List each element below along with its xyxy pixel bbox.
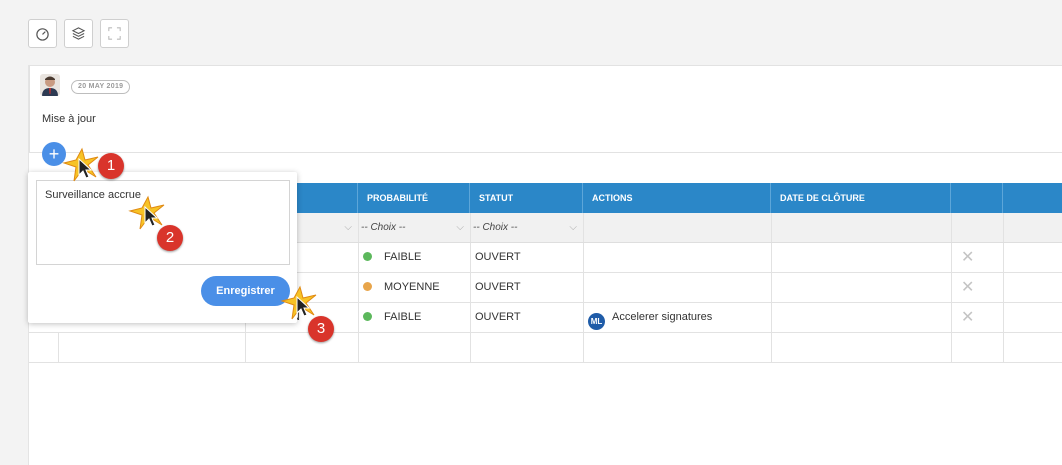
step-marker: 2 <box>157 225 183 251</box>
dashboard-gauge-button[interactable] <box>28 19 57 48</box>
column-header-actions[interactable]: ACTIONS <box>583 183 771 213</box>
probability-label: FAIBLE <box>384 251 422 263</box>
chevron-down-icon: ⌵ <box>569 222 577 233</box>
chevron-down-icon: ⌵ <box>344 222 352 233</box>
action-label: Accelerer signatures <box>612 311 713 323</box>
probability-label: FAIBLE <box>384 311 422 323</box>
layers-icon <box>71 27 86 40</box>
click-burst-icon <box>280 285 317 320</box>
table-row-empty[interactable] <box>29 333 1062 363</box>
filter-statut-value: -- Choix -- <box>473 222 518 233</box>
avatar <box>40 74 60 96</box>
status-cell: OUVERT <box>475 251 521 263</box>
fullscreen-button[interactable] <box>100 19 129 48</box>
chevron-down-icon: ⌵ <box>456 222 464 233</box>
click-burst-icon <box>62 147 99 182</box>
probability-dot <box>363 252 372 261</box>
probability-cell: FAIBLE <box>363 303 421 332</box>
column-header-probabilite[interactable]: PROBABILITÉ <box>358 183 470 213</box>
save-button[interactable]: Enregistrer <box>201 276 290 306</box>
dashboard-gauge-icon <box>36 28 49 41</box>
delete-row-button[interactable]: ✕ <box>961 243 974 272</box>
comment-text: Mise à jour <box>42 113 96 125</box>
comment-date-badge: 20 MAY 2019 <box>71 80 131 94</box>
layers-button[interactable] <box>64 19 93 48</box>
step-marker: 1 <box>98 153 124 179</box>
probability-cell: FAIBLE <box>363 243 421 272</box>
fullscreen-icon <box>108 27 121 40</box>
probability-dot <box>363 282 372 291</box>
filter-probabilite-value: -- Choix -- <box>361 222 406 233</box>
status-cell: OUVERT <box>475 311 521 323</box>
column-header-delete <box>951 183 1003 213</box>
probability-dot <box>363 312 372 321</box>
probability-label: MOYENNE <box>384 281 440 293</box>
step-marker: 3 <box>308 316 334 342</box>
probability-cell: MOYENNE <box>363 273 440 302</box>
filter-probabilite-select[interactable]: -- Choix -- ⌵ <box>358 213 470 242</box>
status-cell: OUVERT <box>475 281 521 293</box>
action-cell[interactable]: ML Accelerer signatures <box>588 303 712 332</box>
click-burst-icon <box>128 195 165 230</box>
delete-row-button[interactable]: ✕ <box>961 273 974 302</box>
comment-card: 20 MAY 2019 Mise à jour <box>29 65 1062 153</box>
action-owner-avatar: ML <box>588 313 605 330</box>
delete-row-button[interactable]: ✕ <box>961 303 974 332</box>
top-toolbar <box>28 19 129 48</box>
filter-statut-select[interactable]: -- Choix -- ⌵ <box>470 213 583 242</box>
column-header-statut[interactable]: STATUT <box>470 183 583 213</box>
plus-icon: + <box>48 144 60 164</box>
column-header-date-cloture[interactable]: DATE DE CLÔTURE <box>771 183 951 213</box>
